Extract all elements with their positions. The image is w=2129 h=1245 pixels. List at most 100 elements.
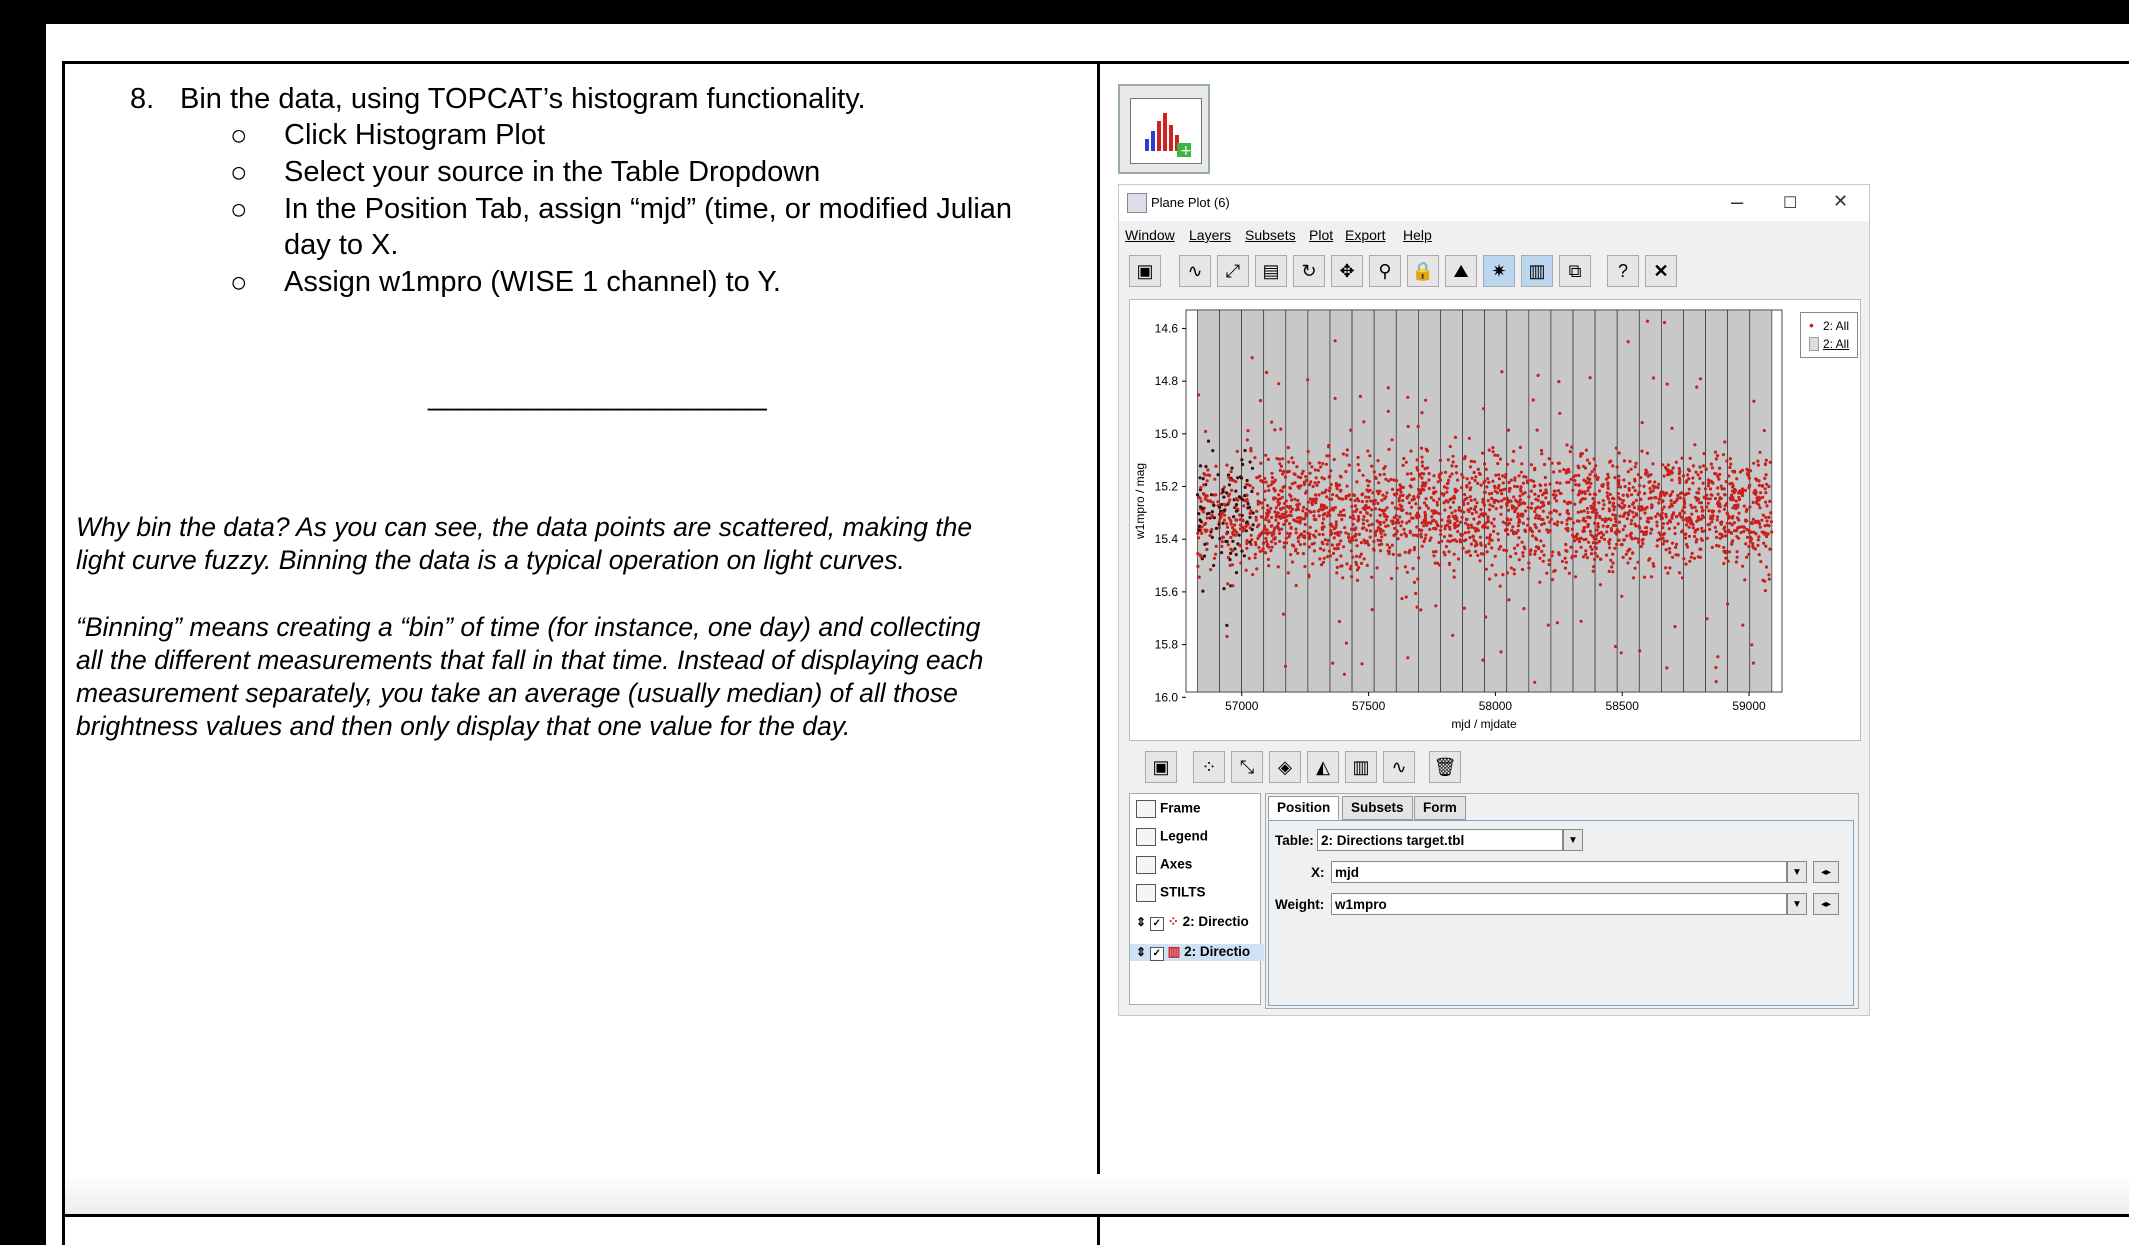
replot-icon[interactable]: ∿ <box>1179 255 1211 287</box>
data-point <box>1455 524 1459 528</box>
data-point <box>1512 495 1516 499</box>
add-histogram-icon[interactable]: ▥ <box>1345 751 1377 783</box>
histogram-bins-icon[interactable]: ▥ <box>1521 255 1553 287</box>
data-point <box>1269 506 1273 510</box>
tab-form[interactable]: Form <box>1414 796 1466 820</box>
axes-lock-icon[interactable]: ⚲ <box>1369 255 1401 287</box>
add-pair-icon[interactable]: ⤡ <box>1231 751 1263 783</box>
data-point <box>1449 534 1453 538</box>
menu-plot[interactable]: Plot <box>1309 227 1333 243</box>
arrows-icon[interactable]: ◂▸ <box>1813 861 1839 883</box>
data-point <box>1731 506 1735 510</box>
tab-position[interactable]: Position <box>1268 796 1340 820</box>
menu-window[interactable]: Window <box>1125 227 1175 243</box>
data-point <box>1727 530 1731 534</box>
table-select[interactable]: 2: Directions target.tbl <box>1317 829 1563 851</box>
data-point <box>1350 504 1354 509</box>
rescale-icon[interactable]: ⤢ <box>1217 255 1249 287</box>
chevron-down-icon[interactable]: ▼ <box>1787 893 1807 915</box>
data-point <box>1479 483 1483 487</box>
data-point <box>1545 571 1549 575</box>
add-function-icon[interactable]: ∿ <box>1383 751 1415 783</box>
data-point <box>1690 551 1694 555</box>
data-point <box>1607 509 1612 513</box>
data-point <box>1722 487 1726 491</box>
add-fill-icon[interactable]: ◭ <box>1307 751 1339 783</box>
data-point <box>1405 496 1409 500</box>
data-point <box>1291 461 1295 465</box>
minimize-button[interactable]: – <box>1731 189 1743 215</box>
help-icon[interactable]: ? <box>1607 255 1639 287</box>
data-point <box>1396 537 1400 541</box>
data-point <box>1494 507 1498 511</box>
layer-axes[interactable]: Axes <box>1136 856 1192 874</box>
data-point <box>1637 524 1641 528</box>
data-point <box>1666 473 1670 477</box>
data-point <box>1582 516 1586 520</box>
y-tick-label: 14.8 <box>1155 374 1179 388</box>
data-point <box>1325 542 1329 546</box>
weight-field[interactable]: w1mpro <box>1331 893 1787 915</box>
frame-icon[interactable]: ▣ <box>1145 751 1177 783</box>
menu-help[interactable]: Help <box>1403 227 1432 243</box>
layer-frame[interactable]: Frame <box>1136 800 1201 818</box>
layer-legend[interactable]: Legend <box>1136 828 1208 846</box>
data-point <box>1265 532 1270 536</box>
data-point <box>1267 510 1271 514</box>
data-point <box>1255 509 1259 513</box>
data-point <box>1451 633 1455 637</box>
data-point <box>1661 522 1665 526</box>
data-point <box>1592 457 1596 461</box>
data-point <box>1295 503 1299 507</box>
menu-subsets[interactable]: Subsets <box>1245 227 1296 243</box>
new-window-icon[interactable]: ▣ <box>1129 255 1161 287</box>
layer-properties: Position Subsets Form Table: 2: Directio… <box>1265 793 1859 1009</box>
maximize-button[interactable]: ☐ <box>1783 193 1797 213</box>
menu-layers[interactable]: Layers <box>1189 227 1231 243</box>
data-point <box>1757 521 1761 525</box>
data-point <box>1498 584 1502 588</box>
draw-subset-icon[interactable]: ⛰ <box>1445 255 1477 287</box>
data-point <box>1532 479 1536 483</box>
visibility-checkbox[interactable]: ✓ <box>1149 947 1164 961</box>
resize-icon[interactable]: ▤ <box>1255 255 1287 287</box>
export-icon[interactable]: ⧉ <box>1559 255 1591 287</box>
reload-icon[interactable]: ↻ <box>1293 255 1325 287</box>
data-point <box>1567 571 1571 575</box>
close-button[interactable]: ✕ <box>1833 191 1848 212</box>
close-window-icon[interactable]: ✕ <box>1645 255 1677 287</box>
subset-lock-icon[interactable]: 🔒 <box>1407 255 1439 287</box>
data-point <box>1529 463 1533 467</box>
layer-scatter[interactable]: ⇕ ✓ ⁘ 2: Directio <box>1136 914 1249 931</box>
add-scatter-icon[interactable]: ⁘ <box>1193 751 1225 783</box>
data-point <box>1622 538 1626 542</box>
histogram-plot-button[interactable]: + <box>1118 84 1210 174</box>
data-point <box>1589 545 1593 549</box>
delete-layer-icon[interactable]: 🗑 <box>1429 751 1461 783</box>
data-point <box>1301 469 1305 473</box>
blob-icon[interactable]: ✷ <box>1483 255 1515 287</box>
chevron-down-icon[interactable]: ▼ <box>1787 861 1807 883</box>
menu-export[interactable]: Export <box>1345 227 1385 243</box>
data-point <box>1725 521 1729 525</box>
visibility-checkbox[interactable]: ✓ <box>1149 917 1164 931</box>
data-point <box>1461 475 1465 479</box>
chevron-down-icon[interactable]: ▼ <box>1563 829 1583 851</box>
layer-stilts[interactable]: STILTS <box>1136 884 1206 902</box>
data-point <box>1636 492 1640 497</box>
data-point <box>1650 506 1654 510</box>
data-point <box>1670 426 1674 430</box>
data-point <box>1464 517 1468 521</box>
layer-histogram[interactable]: ⇕ ✓ ▥ 2: Directio <box>1130 944 1264 961</box>
data-point <box>1401 499 1405 503</box>
add-area-icon[interactable]: ◈ <box>1269 751 1301 783</box>
data-point <box>1254 543 1258 547</box>
data-point <box>1479 552 1483 556</box>
data-point <box>1361 522 1365 526</box>
tab-subsets[interactable]: Subsets <box>1342 796 1413 820</box>
arrows-icon[interactable]: ◂▸ <box>1813 893 1839 915</box>
data-point <box>1521 501 1525 505</box>
navigate-icon[interactable]: ✥ <box>1331 255 1363 287</box>
data-point <box>1288 486 1293 490</box>
x-field[interactable]: mjd <box>1331 861 1787 883</box>
